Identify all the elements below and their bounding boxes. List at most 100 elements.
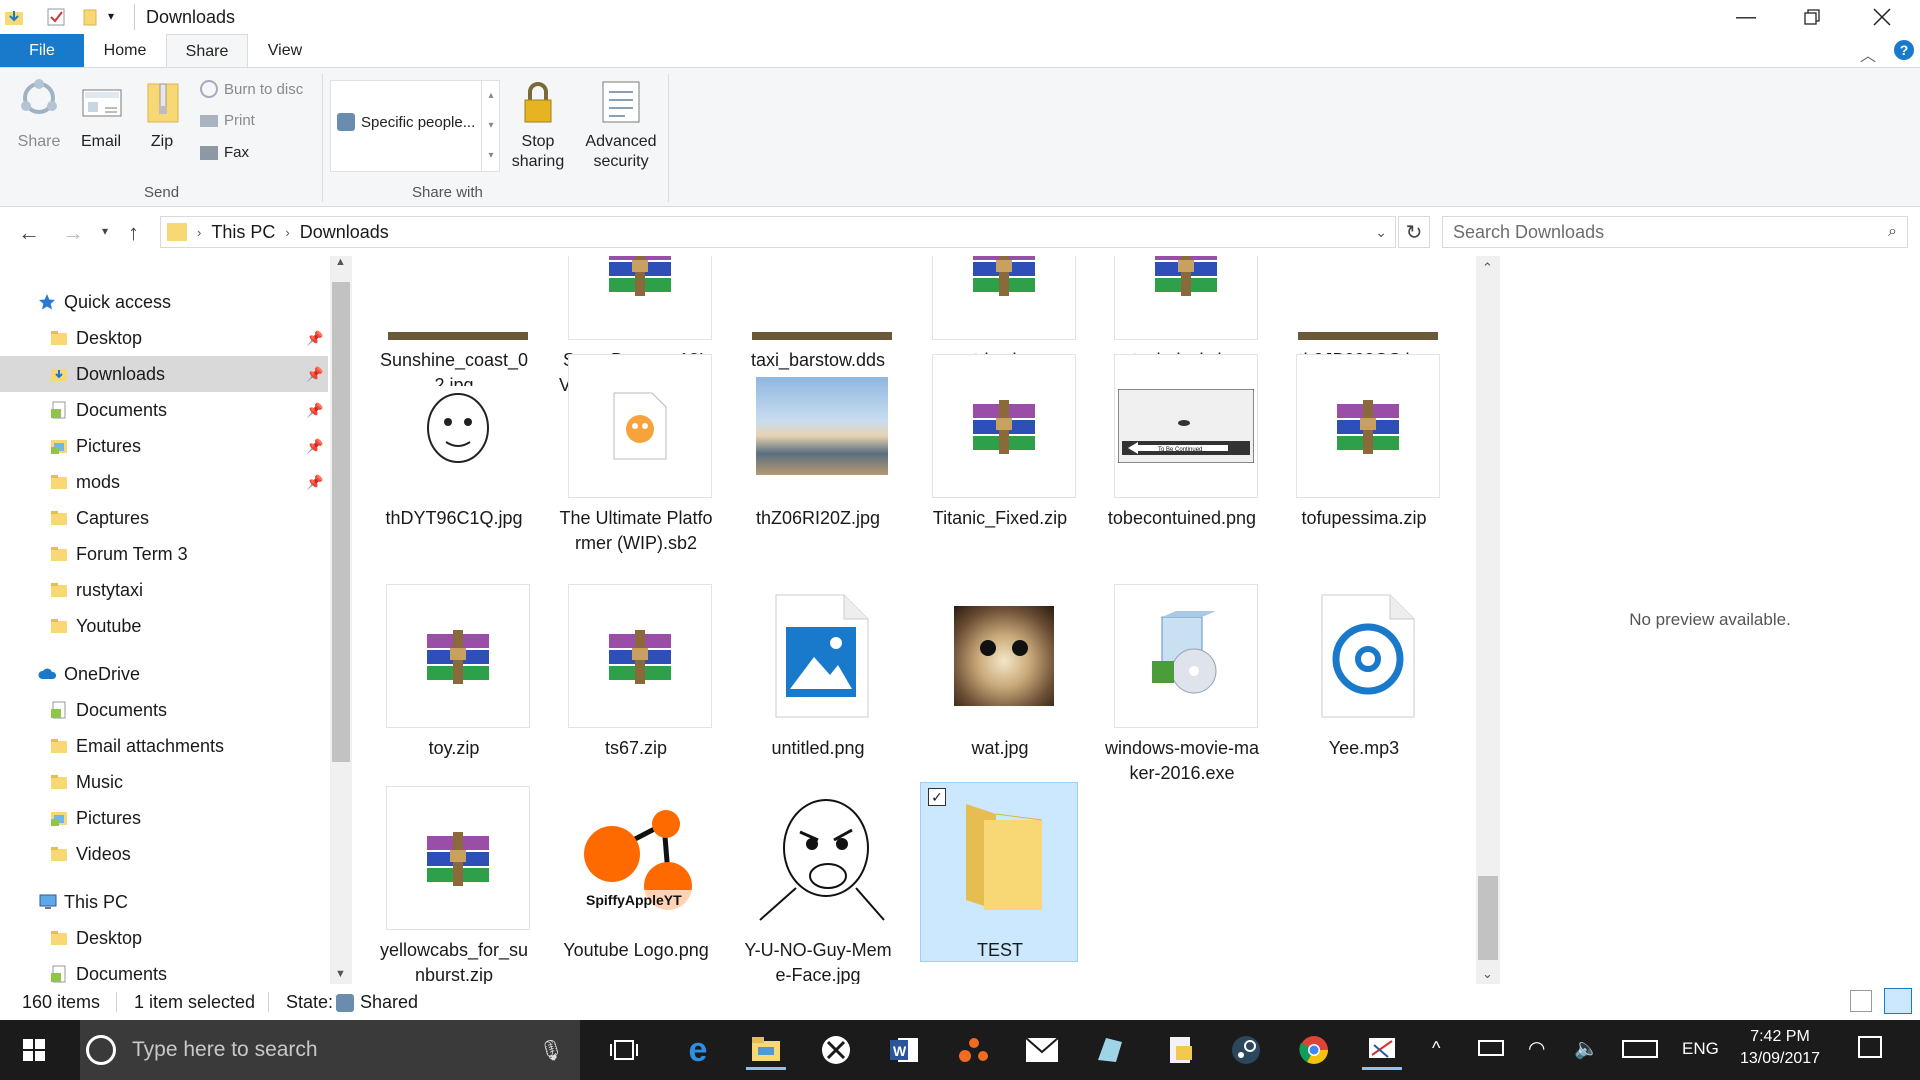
- show-hidden-icons-chevron-icon[interactable]: ^: [1432, 1038, 1440, 1059]
- search-input[interactable]: Search Downloads ⌕: [1442, 216, 1908, 248]
- up-arrow-icon[interactable]: ↑: [128, 220, 139, 246]
- battery-icon[interactable]: [1478, 1040, 1504, 1056]
- nav-item-pictures[interactable]: Pictures 📌: [0, 428, 328, 464]
- task-view-icon[interactable]: [604, 1030, 644, 1070]
- advanced-security-button[interactable]: Advanced security: [582, 78, 660, 172]
- large-icons-view-icon[interactable]: [1884, 988, 1912, 1014]
- details-view-icon[interactable]: [1850, 990, 1872, 1012]
- refresh-icon[interactable]: ↻: [1398, 216, 1430, 248]
- nav-item-mods[interactable]: mods 📌: [0, 464, 328, 500]
- nav-item-videos[interactable]: Videos: [0, 836, 328, 872]
- nav-item-documents[interactable]: Documents: [0, 692, 328, 728]
- start-windows-icon[interactable]: [14, 1030, 54, 1070]
- nav-item-documents[interactable]: Documents: [0, 956, 328, 984]
- pin-icon[interactable]: 📌: [306, 402, 323, 419]
- file-tile[interactable]: SpiffyAppleYT Youtube Logo.png: [534, 786, 710, 966]
- explorer-icon[interactable]: [4, 7, 26, 27]
- edge-icon[interactable]: e: [678, 1030, 718, 1070]
- file-tile[interactable]: Titanic_Fixed.zip: [898, 354, 1076, 534]
- clock[interactable]: 7:42 PM 13/09/2017: [1730, 1026, 1830, 1070]
- close-button[interactable]: [1852, 0, 1912, 34]
- nav-item-captures[interactable]: Captures: [0, 500, 328, 536]
- wifi-icon[interactable]: ◠: [1528, 1036, 1545, 1061]
- pin-icon[interactable]: 📌: [306, 438, 323, 455]
- nav-item-pictures[interactable]: Pictures: [0, 800, 328, 836]
- file-scroll-thumb[interactable]: [1478, 876, 1498, 960]
- nav-item-forum-term-3[interactable]: Forum Term 3: [0, 536, 328, 572]
- fax-button[interactable]: Fax: [200, 144, 249, 161]
- language-indicator[interactable]: ENG: [1682, 1039, 1719, 1059]
- nav-item-quick-access[interactable]: Quick access: [0, 284, 328, 320]
- recent-locations-chevron-icon[interactable]: ▾: [102, 224, 108, 238]
- breadcrumb-downloads[interactable]: Downloads: [300, 222, 389, 243]
- file-tile[interactable]: windows-movie-maker-2016.exe: [1080, 584, 1259, 783]
- address-bar[interactable]: › This PC › Downloads ⌄: [160, 216, 1396, 248]
- breadcrumb-this-pc[interactable]: This PC: [211, 222, 275, 243]
- share-button[interactable]: Share: [10, 78, 68, 152]
- tab-share[interactable]: Share: [166, 34, 248, 68]
- scroll-up-icon[interactable]: ▲: [335, 256, 346, 268]
- forward-arrow-icon[interactable]: →: [62, 220, 84, 246]
- properties-icon[interactable]: [46, 7, 68, 27]
- scroll-down-icon[interactable]: ⌄: [1482, 966, 1493, 982]
- gallery-scroll[interactable]: ▴ ▾ ▾: [481, 81, 500, 171]
- minimize-button[interactable]: —: [1716, 0, 1776, 34]
- folder-tile[interactable]: ✓ TEST: [898, 782, 1078, 966]
- email-button[interactable]: Email: [72, 78, 130, 152]
- tab-view[interactable]: View: [248, 34, 322, 68]
- scroll-up-icon[interactable]: ⌃: [1482, 260, 1493, 276]
- burn-to-disc-button[interactable]: Burn to disc: [200, 80, 303, 98]
- scroll-down-icon[interactable]: ▼: [335, 968, 346, 980]
- zip-button[interactable]: Zip: [136, 78, 188, 152]
- new-folder-icon[interactable]: [80, 7, 102, 27]
- origin-dots-icon[interactable]: [954, 1030, 994, 1070]
- nav-item-this-pc[interactable]: This PC: [0, 884, 328, 920]
- file-tile[interactable]: yellowcabs_for_sunburst.zip: [352, 786, 530, 984]
- script-app-icon[interactable]: [1160, 1030, 1200, 1070]
- steam-icon[interactable]: [1226, 1030, 1266, 1070]
- file-tile[interactable]: To Be Continued tobecontuined.png: [1080, 354, 1258, 534]
- paint-3d-icon[interactable]: [1090, 1030, 1130, 1070]
- volume-icon[interactable]: 🔈: [1574, 1036, 1599, 1061]
- file-tile[interactable]: The Ultimate Platformer (WIP).sb2: [534, 354, 713, 553]
- specific-people-option[interactable]: Specific people...: [337, 113, 475, 131]
- file-tile[interactable]: Y-U-NO-Guy-Meme-Face.jpg: [716, 786, 892, 984]
- word-icon[interactable]: W: [884, 1030, 924, 1070]
- action-center-icon[interactable]: [1858, 1036, 1882, 1058]
- file-tile[interactable]: thDYT96C1Q.jpg: [352, 354, 528, 534]
- nav-item-music[interactable]: Music: [0, 764, 328, 800]
- file-tile[interactable]: thZ06RI20Z.jpg: [716, 354, 892, 534]
- nav-item-youtube[interactable]: Youtube: [0, 608, 328, 644]
- nav-scroll-thumb[interactable]: [332, 282, 350, 762]
- address-dropdown-icon[interactable]: ⌄: [1375, 224, 1387, 241]
- help-icon[interactable]: ?: [1894, 40, 1914, 60]
- nav-item-email-attachments[interactable]: Email attachments: [0, 728, 328, 764]
- file-tile[interactable]: toy.zip: [352, 584, 530, 764]
- nav-item-desktop[interactable]: Desktop 📌: [0, 320, 328, 356]
- nav-item-downloads[interactable]: Downloads 📌: [0, 356, 328, 392]
- tab-file[interactable]: File: [0, 34, 84, 68]
- mail-icon[interactable]: [1022, 1030, 1062, 1070]
- search-icon[interactable]: ⌕: [1888, 223, 1897, 241]
- keyboard-icon[interactable]: [1622, 1040, 1658, 1058]
- nav-item-rustytaxi[interactable]: rustytaxi: [0, 572, 328, 608]
- collapse-ribbon-icon[interactable]: ︿: [1860, 42, 1876, 66]
- back-arrow-icon[interactable]: ←: [18, 220, 40, 246]
- print-button[interactable]: Print: [200, 112, 255, 129]
- file-tile[interactable]: ts67.zip: [534, 584, 712, 764]
- taskbar-search-input[interactable]: Type here to search 🎙: [80, 1020, 580, 1080]
- pin-icon[interactable]: 📌: [306, 366, 323, 383]
- tab-home[interactable]: Home: [84, 34, 166, 68]
- share-with-gallery[interactable]: Specific people... ▴ ▾ ▾: [330, 80, 500, 172]
- restore-button[interactable]: [1782, 0, 1842, 34]
- pin-icon[interactable]: 📌: [306, 474, 323, 491]
- stop-sharing-button[interactable]: Stop sharing: [508, 78, 568, 172]
- snipping-tool-icon[interactable]: [1362, 1030, 1402, 1070]
- file-tile[interactable]: wat.jpg: [898, 584, 1074, 764]
- chrome-icon[interactable]: [1294, 1030, 1334, 1070]
- nav-item-documents[interactable]: Documents 📌: [0, 392, 328, 428]
- file-tile[interactable]: tofupessima.zip: [1262, 354, 1440, 534]
- file-scrollbar[interactable]: ⌃ ⌄: [1476, 256, 1500, 984]
- xbox-icon[interactable]: [816, 1030, 856, 1070]
- file-tile[interactable]: untitled.png: [716, 584, 892, 764]
